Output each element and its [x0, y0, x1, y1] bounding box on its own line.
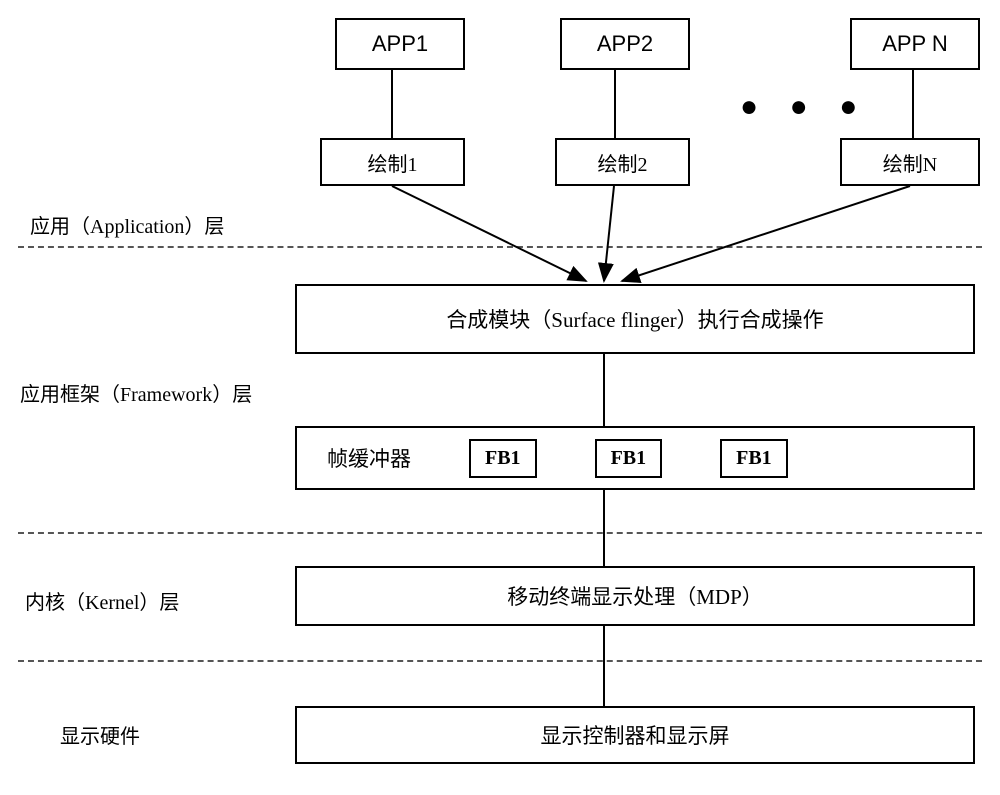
app1-label: APP1: [372, 31, 428, 57]
ellipsis-dots: ● ● ●: [740, 90, 869, 124]
draw1-box: 绘制1: [320, 138, 465, 186]
connector-mdp-display: [603, 626, 605, 706]
fb1-box: FB1: [469, 439, 537, 478]
draw1-label: 绘制1: [368, 148, 418, 177]
display-box: 显示控制器和显示屏: [295, 706, 975, 764]
compositor-box: 合成模块（Surface flinger）执行合成操作: [295, 284, 975, 354]
app2-box: APP2: [560, 18, 690, 70]
framebuffer-label: 帧缓冲器: [327, 443, 411, 473]
appn-label: APP N: [882, 31, 948, 57]
dashed-line-3: [18, 660, 982, 662]
draw2-box: 绘制2: [555, 138, 690, 186]
drawn-label: 绘制N: [883, 148, 937, 177]
layer-label-application: 应用（Application）层: [30, 210, 224, 239]
framebuffer-box: 帧缓冲器 FB1 FB1 FB1: [295, 426, 975, 490]
fb3-box: FB1: [720, 439, 788, 478]
compositor-label: 合成模块（Surface flinger）执行合成操作: [446, 304, 823, 334]
arrow-draw2-compositor: [604, 186, 614, 281]
layer-label-kernel: 内核（Kernel）层: [25, 586, 179, 615]
layer-label-framework: 应用框架（Framework）层: [20, 378, 252, 407]
appn-box: APP N: [850, 18, 980, 70]
drawn-box: 绘制N: [840, 138, 980, 186]
app1-box: APP1: [335, 18, 465, 70]
display-label: 显示控制器和显示屏: [541, 720, 730, 750]
arrow-draw1-compositor: [392, 186, 586, 281]
connector-app2-draw2: [614, 70, 616, 138]
connector-fb-mdp: [603, 490, 605, 566]
fb2-box: FB1: [595, 439, 663, 478]
dashed-line-2: [18, 532, 982, 534]
app2-label: APP2: [597, 31, 653, 57]
mdp-box: 移动终端显示处理（MDP）: [295, 566, 975, 626]
connector-app1-draw1: [391, 70, 393, 138]
layer-label-hardware: 显示硬件: [60, 720, 140, 749]
mdp-label: 移动终端显示处理（MDP）: [507, 581, 763, 611]
dashed-line-1: [18, 246, 982, 248]
arrow-drawn-compositor: [622, 186, 910, 281]
draw2-label: 绘制2: [598, 148, 648, 177]
connector-comp-fb: [603, 354, 605, 426]
connector-appn-drawn: [912, 70, 914, 138]
